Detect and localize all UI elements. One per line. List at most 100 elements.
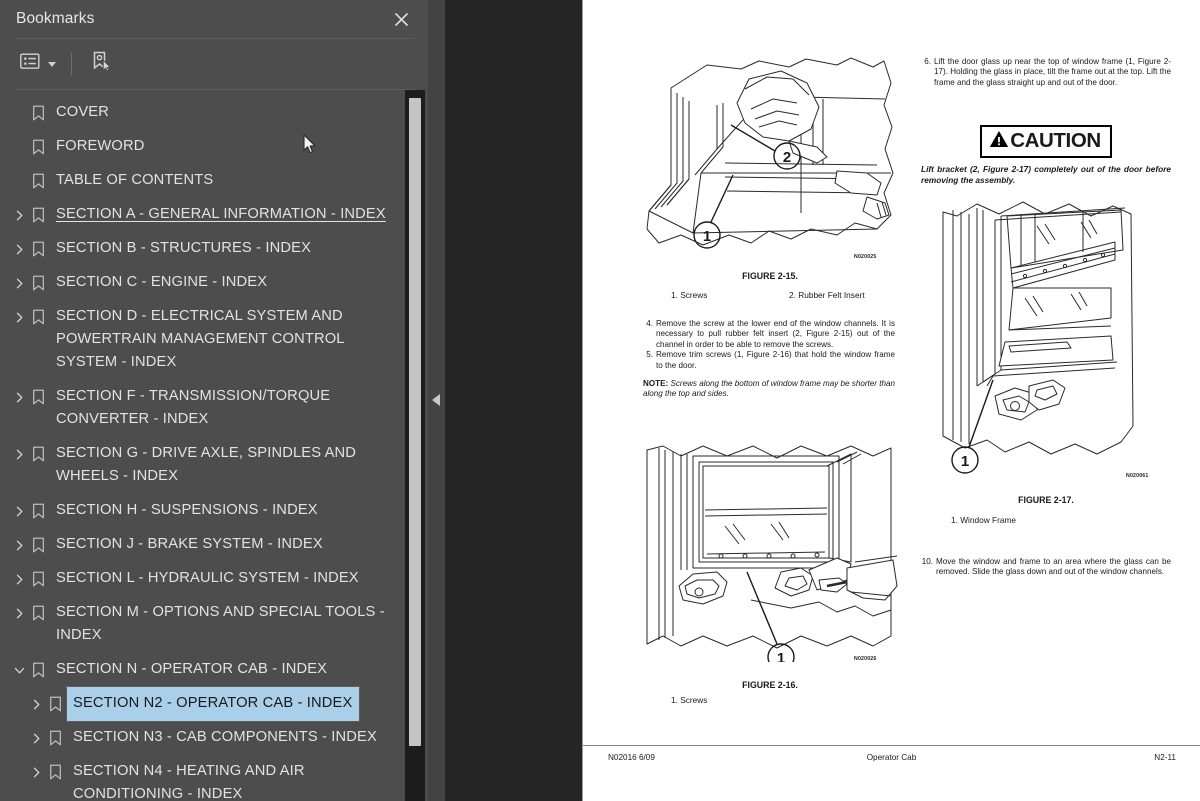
bookmark-item[interactable]: TABLE OF CONTENTS [0, 164, 405, 198]
bookmark-item[interactable]: SECTION A - GENERAL INFORMATION - INDEX [0, 198, 405, 232]
bookmark-item[interactable]: SECTION M - OPTIONS AND SPECIAL TOOLS - … [0, 596, 405, 653]
svg-text:1: 1 [777, 650, 785, 662]
bookmarks-toolbar [0, 39, 428, 89]
bookmark-label: SECTION N4 - HEATING AND AIR CONDITIONIN… [73, 763, 309, 801]
warning-triangle-icon [989, 130, 1009, 153]
bookmark-item[interactable]: SECTION L - HYDRAULIC SYSTEM - INDEX [0, 562, 405, 596]
bookmark-label: SECTION N2 - OPERATOR CAB - INDEX [65, 686, 361, 722]
chevron-down-icon [48, 61, 56, 67]
bookmark-item[interactable]: SECTION D - ELECTRICAL SYSTEM AND POWERT… [0, 300, 405, 380]
bookmark-item[interactable]: SECTION B - STRUCTURES - INDEX [0, 232, 405, 266]
figure-2-17-illustration: 1 [925, 190, 1169, 485]
bookmark-list-options-button[interactable] [16, 49, 60, 79]
chevron-right-icon[interactable] [27, 687, 45, 721]
bookmark-label: TABLE OF CONTENTS [56, 172, 214, 188]
note-paragraph: NOTE: Screws along the bottom of window … [643, 379, 895, 400]
bookmark-icon [28, 266, 48, 300]
bookmarks-tree: COVER FOREWORD TABLE OF CONTENTS SECTION A … [0, 90, 405, 801]
bookmark-item[interactable]: COVER [0, 96, 405, 130]
chevron-right-icon[interactable] [10, 380, 28, 414]
figure-2-17-legend-item-1: 1. Window Frame [951, 515, 1017, 525]
new-bookmark-button[interactable] [85, 46, 117, 83]
svg-text:2: 2 [783, 149, 791, 166]
bookmark-label: SECTION H - SUSPENSIONS - INDEX [56, 502, 318, 518]
bookmark-icon [28, 437, 48, 471]
bookmark-item[interactable]: SECTION C - ENGINE - INDEX [0, 266, 405, 300]
note-label: NOTE: [643, 379, 669, 389]
chevron-right-icon[interactable] [10, 198, 28, 232]
bookmarks-panel-header: Bookmarks [0, 0, 428, 38]
bookmark-icon [28, 494, 48, 528]
chevron-down-icon[interactable] [10, 653, 28, 687]
chevron-right-icon[interactable] [10, 232, 28, 266]
bookmark-item[interactable]: SECTION G - DRIVE AXLE, SPINDLES AND WHE… [0, 437, 405, 494]
step-10-container: 10. Move the window and frame to an area… [921, 557, 1171, 578]
figure-2-15-caption: FIGURE 2-15. [742, 271, 798, 281]
bookmark-item[interactable]: SECTION J - BRAKE SYSTEM - INDEX [0, 528, 405, 562]
bookmark-label: SECTION M - OPTIONS AND SPECIAL TOOLS - … [56, 604, 389, 643]
caution-label: CAUTION [1010, 129, 1101, 152]
chevron-right-icon[interactable] [27, 755, 45, 789]
step-6-text: Lift the door glass up near the top of w… [934, 57, 1171, 87]
page-footer: N02016 6/09 Operator Cab N2-11 [583, 753, 1200, 767]
bookmark-label: SECTION A - GENERAL INFORMATION - INDEX [56, 206, 386, 222]
bookmark-item[interactable]: SECTION F - TRANSMISSION/TORQUE CONVERTE… [0, 380, 405, 437]
bookmark-label: SECTION N3 - CAB COMPONENTS - INDEX [73, 729, 377, 745]
chevron-right-icon[interactable] [10, 437, 28, 471]
figure-2-15-art-id: N020025 [854, 254, 877, 260]
bookmarks-panel-title: Bookmarks [16, 10, 95, 27]
caution-box: CAUTION [921, 125, 1171, 158]
bookmark-icon [28, 198, 48, 232]
figure-2-16-caption: FIGURE 2-16. [742, 680, 798, 690]
svg-text:1: 1 [961, 453, 969, 470]
bookmark-icon [28, 528, 48, 562]
caution-body: Lift bracket (2, Figure 2-17) completely… [921, 164, 1171, 185]
bookmark-icon [45, 721, 65, 755]
bookmark-icon [28, 96, 48, 130]
figure-2-15-legend-item-2: 2. Rubber Felt Insert [789, 290, 865, 300]
step-4-paragraph: 4. Remove the screw at the lower end of … [643, 319, 895, 350]
bookmark-label: SECTION L - HYDRAULIC SYSTEM - INDEX [56, 570, 359, 586]
step-10-text: Move the window and frame to an area whe… [936, 557, 1171, 577]
bookmark-item[interactable]: SECTION N3 - CAB COMPONENTS - INDEX [0, 721, 405, 755]
bookmark-item[interactable]: SECTION N4 - HEATING AND AIR CONDITIONIN… [0, 755, 405, 801]
step-6-number: 6. [924, 57, 931, 66]
close-icon[interactable] [388, 6, 414, 32]
bookmarks-scrollbar-thumb[interactable] [409, 98, 421, 746]
bookmark-icon [28, 130, 48, 164]
step-5-text: Remove trim screws (1, Figure 2-16) that… [656, 350, 895, 370]
chevron-right-icon[interactable] [10, 596, 28, 630]
collapse-left-triangle-icon[interactable] [432, 394, 440, 406]
bookmark-icon [28, 232, 48, 266]
bookmark-item[interactable]: SECTION N - OPERATOR CAB - INDEX [0, 653, 405, 687]
bookmarks-scrollbar[interactable] [405, 90, 425, 801]
panel-splitter[interactable] [428, 0, 445, 801]
bookmark-item[interactable]: SECTION H - SUSPENSIONS - INDEX [0, 494, 405, 528]
right-column-text: 6. Lift the door glass up near the top o… [921, 57, 1171, 88]
chevron-right-icon[interactable] [10, 300, 28, 334]
chevron-right-icon[interactable] [10, 528, 28, 562]
figure-2-15-legend-item-1: 1. Screws [671, 290, 708, 300]
bookmark-icon [28, 300, 48, 334]
bookmark-icon [28, 164, 48, 198]
bookmark-label: SECTION D - ELECTRICAL SYSTEM AND POWERT… [56, 308, 349, 370]
toolbar-separator [71, 53, 72, 75]
bookmark-icon [28, 653, 48, 687]
bookmark-item[interactable]: FOREWORD [0, 130, 405, 164]
figure-2-17-art-id: N020061 [1126, 473, 1149, 479]
chevron-right-icon[interactable] [10, 266, 28, 300]
bookmark-icon [45, 755, 65, 789]
chevron-right-icon[interactable] [10, 494, 28, 528]
chevron-right-icon[interactable] [10, 562, 28, 596]
chevron-right-icon[interactable] [27, 721, 45, 755]
bookmark-label: SECTION B - STRUCTURES - INDEX [56, 240, 312, 256]
bookmark-icon [45, 687, 65, 721]
bookmark-item[interactable]: SECTION N2 - OPERATOR CAB - INDEX [0, 686, 405, 722]
bookmark-icon [28, 380, 48, 414]
bookmark-label: SECTION G - DRIVE AXLE, SPINDLES AND WHE… [56, 445, 361, 484]
bookmark-label: SECTION N - OPERATOR CAB - INDEX [56, 661, 328, 677]
footer-divider [583, 745, 1200, 746]
step-6-paragraph: 6. Lift the door glass up near the top o… [921, 57, 1171, 88]
bookmark-label: COVER [56, 104, 109, 120]
bookmark-label: FOREWORD [56, 138, 145, 154]
